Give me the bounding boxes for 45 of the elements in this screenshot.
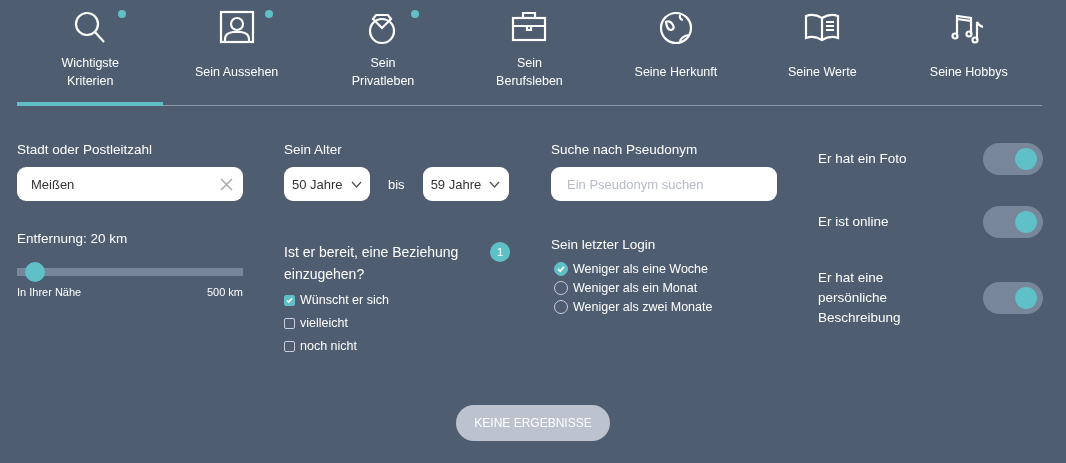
checkmark-icon [555,263,567,275]
slider-thumb[interactable] [25,262,46,282]
location-field[interactable]: Meißen [17,167,243,201]
toggle-switch[interactable] [983,282,1043,314]
radio-option[interactable]: Weniger als ein Monat [554,281,777,295]
age-from-dropdown[interactable]: 50 Jahre [284,167,370,201]
person-portrait-icon [218,10,255,46]
field-label: Stadt oder Postleitzahl [17,142,154,157]
slider-min-label: In Ihrer Nähe [17,286,82,298]
chevron-down-icon [489,180,501,188]
slider-max-label: 500 km [206,286,243,298]
toggle-switch[interactable] [983,206,1043,238]
toggle-label: Er hat ein Foto [818,150,907,168]
tab[interactable]: Sein Berufsleben [456,0,603,106]
tab[interactable]: Sein Privatleben [309,0,457,106]
radio-option[interactable]: Weniger als zwei Monate [554,300,777,314]
checkbox-option[interactable]: vielleicht [284,316,510,330]
pseudonym-search-field[interactable]: Ein Pseudonym suchen [551,167,777,201]
tab[interactable]: Seine Werte [749,0,896,106]
field-label: Sein letzter Login [551,237,657,252]
question-label: Ist er bereit, eine Beziehung einzugehen? [284,243,460,284]
toggle-switch[interactable] [983,143,1043,175]
toggle-label: Er ist online [818,213,889,231]
checkbox[interactable] [284,317,295,329]
age-to-dropdown[interactable]: 59 Jahre [422,167,509,201]
checkbox[interactable] [284,294,295,306]
range-separator: bis [388,176,405,192]
globe-icon [657,10,694,46]
checkbox-option[interactable]: noch nicht [284,339,510,353]
field-label: Sein Alter [284,142,343,157]
toggle-label: Er hat eine persönliche Beschreibung [818,269,902,327]
radio-option[interactable]: Weniger als eine Woche [554,262,777,276]
tab[interactable]: Wichtigste Kriterien [17,0,164,106]
tab[interactable]: Seine Herkunft [602,0,750,106]
checkbox-option[interactable]: Wünscht er sich [284,293,510,307]
checkbox[interactable] [284,340,295,352]
clear-icon[interactable] [220,177,233,191]
count-badge: 1 [490,242,510,262]
distance-label: Entfernung: 20 km [17,231,129,246]
radio-button[interactable] [554,262,568,276]
tab[interactable]: Seine Hobbys [895,0,1042,106]
chevron-down-icon [350,180,362,188]
tab[interactable]: Sein Aussehen [163,0,310,106]
field-label: Suche nach Pseudonym [551,142,699,157]
checkmark-icon [285,295,294,305]
